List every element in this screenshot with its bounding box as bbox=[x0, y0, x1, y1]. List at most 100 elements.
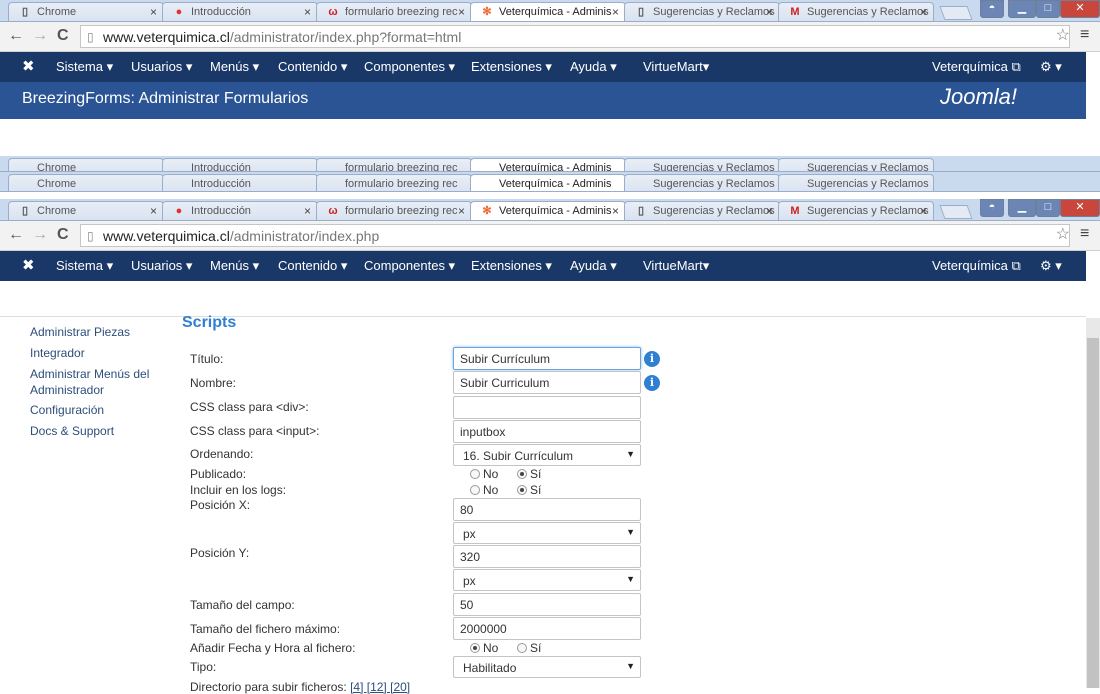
menu-ayuda[interactable]: Ayuda ▾ bbox=[570, 258, 617, 274]
tab-formulario[interactable]: ω formulario breezing rec × bbox=[316, 201, 472, 220]
maximize-icon[interactable]: □ bbox=[1036, 199, 1060, 217]
scrollbar-thumb[interactable] bbox=[1087, 338, 1099, 688]
menu-extensiones[interactable]: Extensiones ▾ bbox=[471, 258, 552, 274]
bookmark-star-icon[interactable]: ☆ bbox=[1056, 224, 1070, 244]
titulo-input[interactable]: Subir Currículum bbox=[453, 347, 641, 370]
tab-formulario[interactable]: ω formulario breezing rec × bbox=[316, 2, 472, 21]
close-window-icon[interactable]: ✕ bbox=[1060, 199, 1100, 217]
scrollbar[interactable] bbox=[1086, 318, 1100, 688]
url-input[interactable]: ▯ www.veterquimica.cl/administrator/index… bbox=[80, 25, 1070, 48]
tab-gmail[interactable]: M Sugerencias y Reclamos × bbox=[778, 201, 934, 220]
close-icon[interactable]: × bbox=[612, 204, 619, 218]
info-icon[interactable]: i bbox=[644, 351, 660, 367]
tab-introduccion: Introducción bbox=[162, 158, 318, 171]
menu-contenido[interactable]: Contenido ▾ bbox=[278, 258, 347, 274]
menu-ayuda[interactable]: Ayuda ▾ bbox=[570, 59, 617, 75]
gear-icon[interactable]: ⚙ ▾ bbox=[1040, 258, 1062, 274]
tab-sugerencias[interactable]: ▯ Sugerencias y Reclamos × bbox=[624, 201, 780, 220]
maximize-icon[interactable]: □ bbox=[1036, 0, 1060, 18]
close-icon[interactable]: × bbox=[304, 5, 311, 19]
close-icon[interactable]: × bbox=[458, 204, 465, 218]
new-tab-button[interactable] bbox=[939, 205, 973, 219]
menu-sistema[interactable]: Sistema ▾ bbox=[56, 59, 113, 75]
sidebar-item-configuracion[interactable]: Configuración bbox=[30, 402, 160, 418]
user-icon[interactable]: ◓ bbox=[980, 199, 1004, 217]
close-icon[interactable]: × bbox=[766, 5, 773, 19]
info-icon[interactable]: i bbox=[644, 375, 660, 391]
posx-unit-select[interactable]: px ▼ bbox=[453, 522, 641, 544]
gear-icon[interactable]: ⚙ ▾ bbox=[1040, 59, 1062, 75]
joomla-icon[interactable]: ✖ bbox=[22, 57, 35, 75]
reload-icon[interactable]: C bbox=[57, 27, 69, 45]
tab-introduccion[interactable]: ● Introducción × bbox=[162, 2, 318, 21]
close-window-icon[interactable]: ✕ bbox=[1060, 0, 1100, 18]
close-icon[interactable]: × bbox=[150, 5, 157, 19]
tab-gmail[interactable]: M Sugerencias y Reclamos × bbox=[778, 2, 934, 21]
fichero-input[interactable]: 2000000 bbox=[453, 617, 641, 640]
sidebar-item-piezas[interactable]: Administrar Piezas bbox=[30, 324, 160, 340]
cssinput-input[interactable]: inputbox bbox=[453, 420, 641, 443]
menu-menus[interactable]: Menús ▾ bbox=[210, 258, 259, 274]
tab-formulario: formulario breezing rec bbox=[316, 174, 472, 191]
publicado-si[interactable]: Sí bbox=[517, 467, 541, 481]
menu-extensiones[interactable]: Extensiones ▾ bbox=[471, 59, 552, 75]
close-icon[interactable]: × bbox=[766, 204, 773, 218]
menu-contenido[interactable]: Contenido ▾ bbox=[278, 59, 347, 75]
close-icon[interactable]: × bbox=[150, 204, 157, 218]
tab-veterquimica[interactable]: ✻ Veterquímica - Adminis × bbox=[470, 201, 626, 220]
site-link[interactable]: Veterquímica ⧉ bbox=[932, 258, 1021, 274]
sidebar-item-docs[interactable]: Docs & Support bbox=[30, 423, 160, 439]
close-icon[interactable]: × bbox=[458, 5, 465, 19]
reload-icon[interactable]: C bbox=[57, 226, 69, 244]
menu-icon[interactable]: ≡ bbox=[1080, 26, 1089, 44]
close-icon[interactable]: × bbox=[612, 5, 619, 19]
menu-usuarios[interactable]: Usuarios ▾ bbox=[131, 258, 192, 274]
menu-menus[interactable]: Menús ▾ bbox=[210, 59, 259, 75]
menu-icon[interactable]: ≡ bbox=[1080, 225, 1089, 243]
tab-chrome[interactable]: ▯ Chrome × bbox=[8, 201, 164, 220]
back-icon[interactable]: ← bbox=[8, 226, 24, 244]
sidebar-item-integrador[interactable]: Integrador bbox=[30, 345, 160, 361]
sidebar-item-menus-admin[interactable]: Administrar Menús del Administrador bbox=[30, 366, 160, 398]
publicado-no[interactable]: No bbox=[470, 467, 498, 481]
menu-componentes[interactable]: Componentes ▾ bbox=[364, 59, 455, 75]
forward-icon[interactable]: → bbox=[32, 226, 48, 244]
tab-veterquimica[interactable]: ✻ Veterquímica - Adminis × bbox=[470, 2, 626, 21]
ordenando-select[interactable]: 16. Subir Currículum ▼ bbox=[453, 444, 641, 466]
minimize-icon[interactable]: ▁ bbox=[1008, 0, 1036, 18]
forward-icon[interactable]: → bbox=[32, 27, 48, 45]
user-icon[interactable]: ◓ bbox=[980, 0, 1004, 18]
fecha-si[interactable]: Sí bbox=[517, 641, 541, 655]
menu-sistema[interactable]: Sistema ▾ bbox=[56, 258, 113, 274]
posx-input[interactable]: 80 bbox=[453, 498, 641, 521]
menu-usuarios[interactable]: Usuarios ▾ bbox=[131, 59, 192, 75]
minimize-icon[interactable]: ▁ bbox=[1008, 199, 1036, 217]
logs-no[interactable]: No bbox=[470, 483, 498, 497]
divider bbox=[0, 316, 1086, 317]
url-input[interactable]: ▯ www.veterquimica.cl/administrator/index… bbox=[80, 224, 1070, 247]
tab-sugerencias[interactable]: ▯ Sugerencias y Reclamos × bbox=[624, 2, 780, 21]
tipo-select[interactable]: Habilitado ▼ bbox=[453, 656, 641, 678]
tamano-input[interactable]: 50 bbox=[453, 593, 641, 616]
tab-chrome[interactable]: ▯ Chrome × bbox=[8, 2, 164, 21]
nombre-input[interactable]: Subir Curriculum bbox=[453, 371, 641, 394]
logs-si[interactable]: Sí bbox=[517, 483, 541, 497]
dir-links[interactable]: [4] [12] [20] bbox=[350, 680, 410, 694]
close-icon[interactable]: × bbox=[920, 5, 927, 19]
back-icon[interactable]: ← bbox=[8, 27, 24, 45]
joomla-icon[interactable]: ✖ bbox=[22, 256, 35, 274]
cssdiv-input[interactable] bbox=[453, 396, 641, 419]
bookmark-star-icon[interactable]: ☆ bbox=[1056, 25, 1070, 45]
tab-introduccion[interactable]: ● Introducción × bbox=[162, 201, 318, 220]
fecha-no[interactable]: No bbox=[470, 641, 498, 655]
menu-virtuemart[interactable]: VirtueMart▾ bbox=[643, 258, 709, 274]
w-icon: ω bbox=[328, 6, 338, 18]
posy-input[interactable]: 320 bbox=[453, 545, 641, 568]
close-icon[interactable]: × bbox=[304, 204, 311, 218]
new-tab-button[interactable] bbox=[939, 6, 973, 20]
menu-componentes[interactable]: Componentes ▾ bbox=[364, 258, 455, 274]
menu-virtuemart[interactable]: VirtueMart▾ bbox=[643, 59, 709, 75]
posy-unit-select[interactable]: px ▼ bbox=[453, 569, 641, 591]
site-link[interactable]: Veterquímica ⧉ bbox=[932, 59, 1021, 75]
close-icon[interactable]: × bbox=[920, 204, 927, 218]
